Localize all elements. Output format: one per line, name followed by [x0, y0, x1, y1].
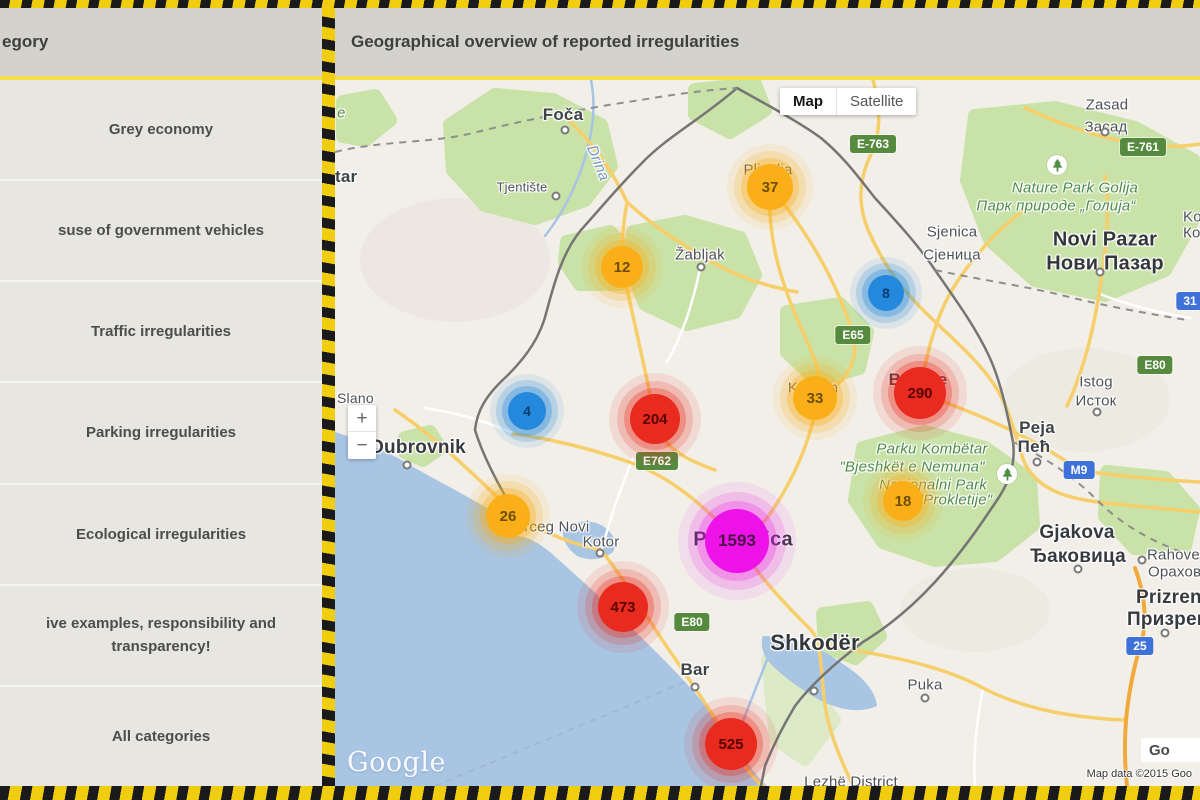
category-item[interactable]: Parking irregularities: [0, 381, 322, 482]
cluster-marker-18[interactable]: 18: [883, 481, 923, 521]
map-marker-layer: 37 12 8 204 33 290 4 26 18 1593 473 525: [335, 80, 1200, 786]
map-panel: Geographical overview of reported irregu…: [335, 8, 1200, 786]
map-button[interactable]: Map: [780, 88, 836, 115]
map-attribution: Map data ©2015 Goo: [1087, 768, 1192, 780]
cluster-marker-4[interactable]: 4: [508, 392, 546, 430]
category-item[interactable]: All categories: [0, 685, 322, 786]
category-item[interactable]: suse of government vehicles: [0, 179, 322, 280]
hazard-tape-divider: [322, 8, 335, 786]
category-item[interactable]: Grey economy: [0, 80, 322, 179]
map-canvas[interactable]: FočaTjentišteŽabljakPljevljaKolašinBeran…: [335, 80, 1200, 786]
category-item-label: suse of government vehicles: [58, 219, 264, 242]
map-type-control: Map Satellite: [780, 88, 916, 115]
content: egory Grey economy suse of government ve…: [0, 8, 1200, 786]
category-item-label: Grey economy: [109, 118, 213, 141]
category-item-label: ive examples, responsibility and transpa…: [22, 612, 300, 659]
satellite-button[interactable]: Satellite: [836, 88, 916, 115]
cluster-marker-204[interactable]: 204: [630, 394, 680, 444]
category-item-label: Parking irregularities: [86, 421, 236, 444]
google-logo-partial: Go: [1141, 738, 1200, 762]
category-header-label: egory: [2, 32, 48, 52]
hazard-tape-top: [0, 0, 1200, 8]
zoom-control: + −: [348, 405, 376, 459]
cluster-marker-473[interactable]: 473: [598, 582, 648, 632]
map-panel-header: Geographical overview of reported irregu…: [335, 8, 1200, 80]
cluster-marker-8[interactable]: 8: [868, 275, 904, 311]
page: egory Grey economy suse of government ve…: [0, 0, 1200, 800]
cluster-marker-290[interactable]: 290: [894, 367, 946, 419]
google-watermark: Google: [347, 747, 446, 778]
cluster-marker-33[interactable]: 33: [793, 376, 837, 420]
map-title: Geographical overview of reported irregu…: [351, 32, 739, 52]
cluster-marker-1593[interactable]: 1593: [705, 509, 769, 573]
hazard-tape-bottom: [0, 786, 1200, 800]
category-item-label: Ecological irregularities: [76, 523, 246, 546]
category-panel-header: egory: [0, 8, 322, 80]
cluster-marker-525[interactable]: 525: [705, 718, 757, 770]
zoom-in-button[interactable]: +: [348, 405, 376, 432]
zoom-out-button[interactable]: −: [348, 432, 376, 459]
cluster-marker-26[interactable]: 26: [486, 494, 530, 538]
category-sidebar: egory Grey economy suse of government ve…: [0, 8, 322, 786]
category-item-label: Traffic irregularities: [91, 320, 231, 343]
cluster-marker-37[interactable]: 37: [747, 164, 793, 210]
category-item[interactable]: Traffic irregularities: [0, 280, 322, 381]
category-list: Grey economy suse of government vehicles…: [0, 80, 322, 786]
category-item-label: All categories: [112, 725, 210, 748]
category-item[interactable]: ive examples, responsibility and transpa…: [0, 584, 322, 685]
category-item[interactable]: Ecological irregularities: [0, 483, 322, 584]
cluster-marker-12[interactable]: 12: [601, 246, 643, 288]
